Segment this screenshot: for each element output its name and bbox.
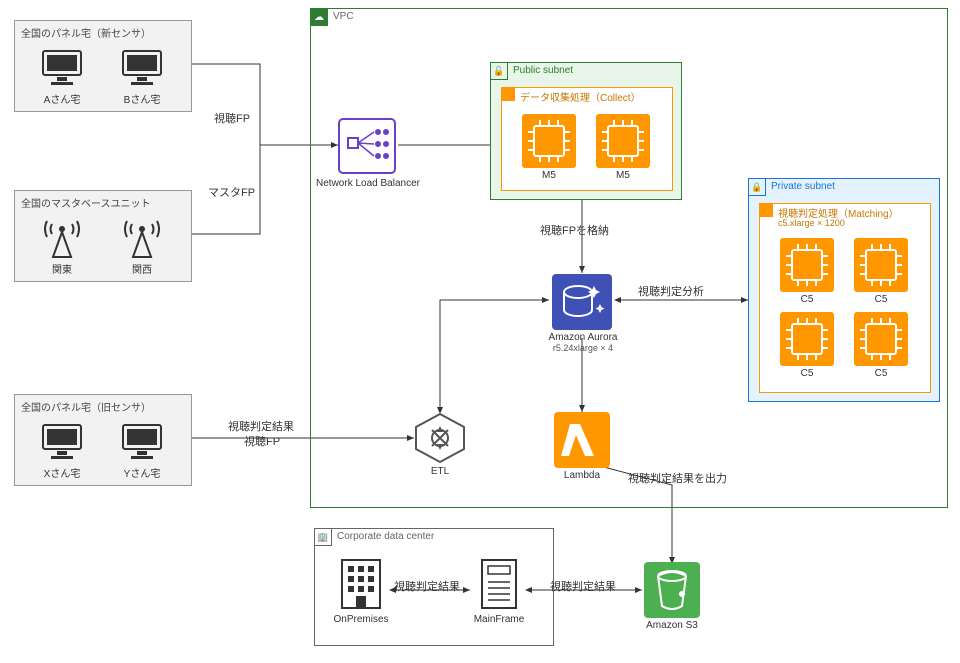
nlb-label: Network Load Balancer bbox=[316, 178, 420, 189]
ec2-m5-icon bbox=[596, 114, 650, 168]
lock-open-icon: 🔓 bbox=[490, 62, 508, 80]
private-subnet-label: Private subnet bbox=[771, 181, 835, 192]
etl-icon bbox=[414, 412, 466, 464]
public-subnet-label: Public subnet bbox=[513, 65, 573, 76]
ec2-c5-icon bbox=[854, 312, 908, 366]
edge-view-fp: 視聴FP bbox=[214, 110, 250, 126]
aurora-icon bbox=[552, 274, 612, 330]
edge-master-fp: マスタFP bbox=[208, 184, 255, 200]
group-marker-icon bbox=[759, 203, 773, 217]
matching-group: 視聴判定処理（Matching） c5.xlarge × 1200 C5 C5 … bbox=[759, 203, 931, 393]
house-a-label: Aさん宅 bbox=[39, 91, 85, 106]
onprem-label: OnPremises bbox=[328, 614, 394, 625]
collect-group: データ収集処理（Collect） M5 M5 bbox=[501, 87, 673, 191]
edge-store-fp: 視聴FPを格納 bbox=[540, 222, 609, 238]
c5-label-4: C5 bbox=[854, 368, 908, 379]
etl-label: ETL bbox=[414, 466, 466, 477]
ec2-m5-icon bbox=[522, 114, 576, 168]
monitor-icon bbox=[119, 49, 165, 89]
collect-label: データ収集処理（Collect） bbox=[520, 89, 641, 104]
matching-sub: c5.xlarge × 1200 bbox=[778, 218, 845, 228]
private-subnet: 🔒 Private subnet 視聴判定処理（Matching） c5.xla… bbox=[748, 178, 940, 402]
monitor-icon bbox=[119, 423, 165, 463]
mainframe-label: MainFrame bbox=[468, 614, 530, 625]
s3-icon bbox=[644, 562, 700, 618]
edge-old-result1: 視聴判定結果 bbox=[228, 418, 294, 434]
c5-label-1: C5 bbox=[780, 294, 834, 305]
vpc-label: VPC bbox=[333, 11, 354, 22]
group-panel-old: 全国のパネル宅（旧センサ） Xさん宅 Yさん宅 bbox=[14, 394, 192, 486]
edge-result2: 視聴判定結果 bbox=[550, 578, 616, 594]
cloud-icon: ☁ bbox=[310, 8, 328, 26]
corporate-label: Corporate data center bbox=[337, 531, 434, 542]
m5-label-2: M5 bbox=[596, 170, 650, 181]
mainframe-icon bbox=[474, 556, 524, 612]
edge-result1: 視聴判定結果 bbox=[394, 578, 460, 594]
antenna-icon bbox=[39, 215, 85, 259]
group-panel-old-title: 全国のパネル宅（旧センサ） bbox=[21, 399, 151, 414]
building-icon: 🏢 bbox=[314, 528, 332, 546]
lambda-icon bbox=[554, 412, 610, 468]
group-panel-new-title: 全国のパネル宅（新センサ） bbox=[21, 25, 151, 40]
ec2-c5-icon bbox=[780, 312, 834, 366]
group-master-base: 全国のマスタベースユニット 関東 関西 bbox=[14, 190, 192, 282]
monitor-icon bbox=[39, 423, 85, 463]
house-b-label: Bさん宅 bbox=[119, 91, 165, 106]
group-master-base-title: 全国のマスタベースユニット bbox=[21, 195, 151, 210]
tower-west-label: 関西 bbox=[119, 261, 165, 276]
aurora-label: Amazon Aurora r5.24xlarge × 4 bbox=[540, 332, 626, 354]
aurora-name: Amazon Aurora bbox=[549, 332, 618, 343]
lock-icon: 🔒 bbox=[748, 178, 766, 196]
m5-label-1: M5 bbox=[522, 170, 576, 181]
house-x-label: Xさん宅 bbox=[39, 465, 85, 480]
ec2-c5-icon bbox=[854, 238, 908, 292]
nlb-icon bbox=[338, 118, 396, 174]
lambda-label: Lambda bbox=[554, 470, 610, 481]
onprem-icon bbox=[336, 556, 386, 612]
c5-label-2: C5 bbox=[854, 294, 908, 305]
c5-label-3: C5 bbox=[780, 368, 834, 379]
s3-label: Amazon S3 bbox=[640, 620, 704, 631]
aurora-sub: r5.24xlarge × 4 bbox=[553, 343, 613, 353]
tower-east-label: 関東 bbox=[39, 261, 85, 276]
edge-matching-analysis: 視聴判定分析 bbox=[638, 283, 704, 299]
ec2-c5-icon bbox=[780, 238, 834, 292]
antenna-icon bbox=[119, 215, 165, 259]
edge-output-result: 視聴判定結果を出力 bbox=[628, 470, 727, 486]
house-y-label: Yさん宅 bbox=[119, 465, 165, 480]
edge-old-result2: 視聴FP bbox=[244, 433, 280, 449]
group-marker-icon bbox=[501, 87, 515, 101]
public-subnet: 🔓 Public subnet データ収集処理（Collect） M5 M5 bbox=[490, 62, 682, 200]
monitor-icon bbox=[39, 49, 85, 89]
group-panel-new: 全国のパネル宅（新センサ） Aさん宅 Bさん宅 bbox=[14, 20, 192, 112]
